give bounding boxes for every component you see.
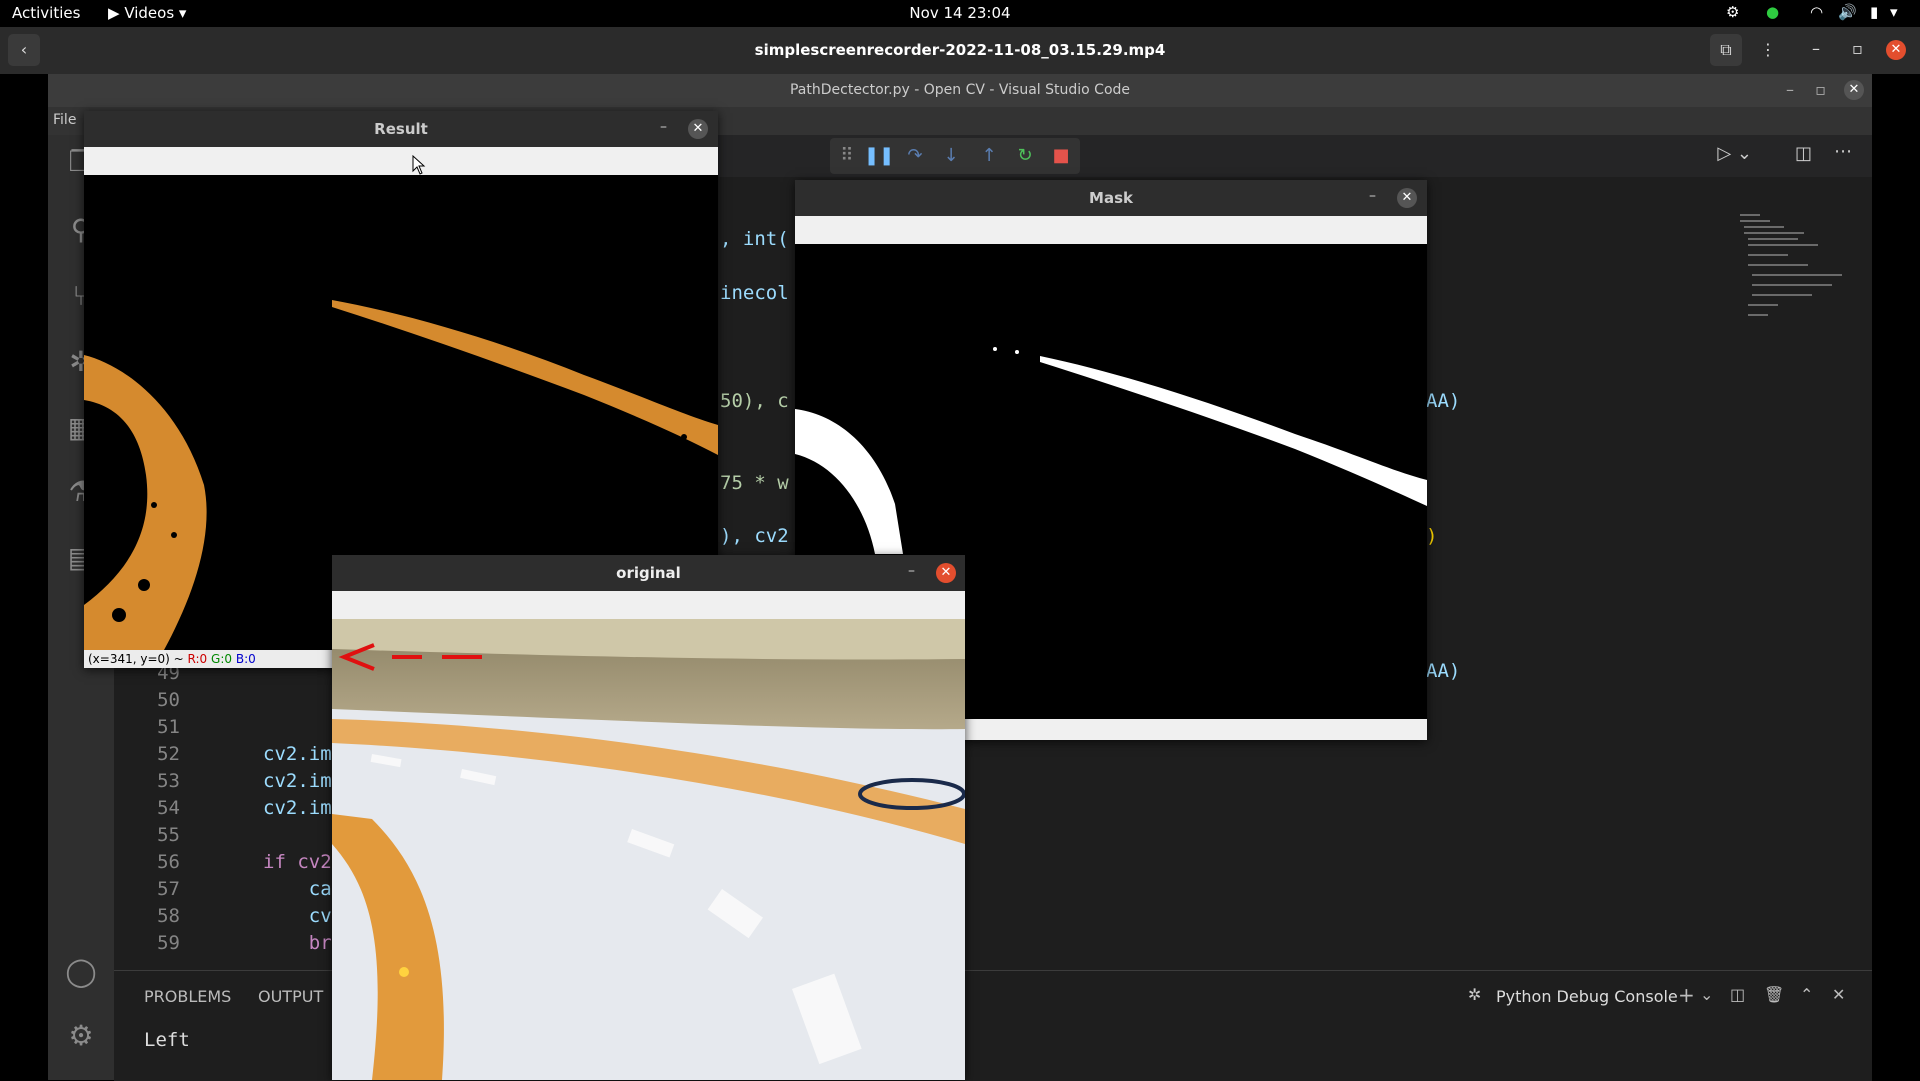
pixel-coordinates: (x=341, y=0) ~ — [88, 652, 184, 666]
line-number: 54 — [157, 797, 180, 819]
original-close[interactable]: ✕ — [936, 563, 956, 583]
close-button[interactable]: ✕ — [1886, 40, 1906, 60]
result-window-title: Result — [84, 111, 718, 147]
pip-button[interactable]: ⧉ — [1710, 34, 1742, 66]
pause-icon[interactable]: ❚❚ — [864, 141, 894, 171]
drag-handle-icon[interactable]: ⠿ — [832, 141, 862, 171]
vscode-window-title: PathDectector.py - Open CV - Visual Stud… — [789, 82, 1131, 98]
vscode-close[interactable]: ✕ — [1844, 80, 1864, 100]
video-title: simplescreenrecorder-2022-11-08_03.15.29… — [754, 41, 1166, 59]
system-top-bar: Activities ▶ Videos ▾ Nov 14 23:04 ⚙ ● ◠… — [0, 0, 1920, 27]
step-into-icon[interactable]: ↓ — [936, 141, 966, 171]
trash-icon[interactable]: 🗑 — [1764, 985, 1784, 1004]
volume-icon[interactable]: 🔊 — [1838, 3, 1857, 21]
account-icon[interactable]: ◯ — [62, 955, 100, 993]
maximize-panel-icon[interactable]: ⌃ — [1800, 985, 1813, 1004]
vscode-minimize[interactable]: – — [1786, 80, 1794, 99]
line-number: 53 — [157, 770, 180, 792]
video-player-header: ‹ simplescreenrecorder-2022-11-08_03.15.… — [0, 27, 1920, 74]
code-fragment: 50), c — [720, 390, 789, 412]
tab-output[interactable]: OUTPUT — [258, 987, 323, 1006]
code-fragment: inecol — [720, 282, 789, 304]
code-line: cv — [263, 905, 332, 927]
code-line: if cv2 — [263, 851, 332, 873]
camera-frame — [332, 619, 965, 1080]
original-minimize[interactable]: – — [908, 563, 915, 579]
result-toolbar — [84, 147, 718, 175]
line-number: 51 — [157, 716, 180, 738]
stop-icon[interactable]: ■ — [1046, 141, 1076, 171]
bug-icon: ✲ — [1468, 985, 1482, 1004]
original-toolbar — [332, 591, 965, 619]
code-line: cv2.im — [263, 743, 332, 765]
code-line: cv2.im — [263, 797, 332, 819]
code-fragment: 75 * w — [720, 472, 789, 494]
debug-toolbar: ⠿ ❚❚ ↷ ↓ ↑ ↻ ■ — [830, 138, 1080, 174]
result-close[interactable]: ✕ — [688, 119, 708, 139]
chevron-down-icon[interactable]: ⌄ — [1700, 985, 1713, 1004]
mask-minimize[interactable]: – — [1369, 188, 1376, 204]
menu-file[interactable]: File — [53, 112, 76, 128]
code-fragment: ) — [1426, 525, 1438, 547]
update-icon[interactable]: ● — [1766, 3, 1779, 21]
result-minimize[interactable]: – — [660, 119, 667, 135]
settings-gear-icon[interactable]: ⚙ — [62, 1019, 100, 1057]
run-icon[interactable]: ▷ ⌄ — [1717, 143, 1752, 164]
code-fragment: AA) — [1426, 660, 1461, 682]
tab-problems[interactable]: PROBLEMS — [144, 987, 231, 1006]
restart-icon[interactable]: ↻ — [1010, 141, 1040, 171]
menu-button[interactable]: ⋮ — [1752, 34, 1784, 66]
code-fragment: , int( — [720, 228, 789, 250]
battery-icon[interactable]: ▮ — [1870, 3, 1878, 21]
maximize-button[interactable]: ▫ — [1852, 39, 1863, 58]
original-window[interactable]: original – ✕ — [332, 555, 965, 1080]
step-out-icon[interactable]: ↑ — [974, 141, 1004, 171]
mask-toolbar — [795, 216, 1427, 244]
system-menu-icon[interactable]: ▾ — [1890, 3, 1898, 21]
mask-window-title: Mask — [795, 180, 1427, 216]
pixel-b: B:0 — [235, 652, 256, 666]
code-fragment: AA) — [1426, 390, 1461, 412]
network-status-icon[interactable]: ⚙ — [1726, 3, 1739, 21]
pixel-r: R:0 — [187, 652, 208, 666]
split-terminal-icon[interactable]: ◫ — [1730, 985, 1745, 1004]
line-number: 59 — [157, 932, 180, 954]
code-fragment: ), cv2 — [720, 525, 789, 547]
line-number: 57 — [157, 878, 180, 900]
wifi-icon[interactable]: ◠ — [1810, 3, 1823, 21]
line-number: 55 — [157, 824, 180, 846]
code-line: br — [263, 932, 332, 954]
step-over-icon[interactable]: ↷ — [900, 141, 930, 171]
line-number: 58 — [157, 905, 180, 927]
minimap[interactable] — [1740, 210, 1850, 330]
mask-close[interactable]: ✕ — [1397, 188, 1417, 208]
console-output: Left — [144, 1029, 190, 1051]
original-window-title: original — [332, 555, 965, 591]
split-editor-icon[interactable]: ◫ — [1795, 143, 1812, 164]
code-line: ca — [263, 878, 332, 900]
clock[interactable]: Nov 14 23:04 — [0, 4, 1920, 22]
vscode-maximize[interactable]: ▫ — [1815, 80, 1826, 99]
code-line: cv2.im — [263, 770, 332, 792]
line-number: 52 — [157, 743, 180, 765]
new-terminal-icon[interactable]: + — [1678, 983, 1695, 1007]
mouse-cursor — [412, 154, 426, 179]
minimize-button[interactable]: – — [1812, 39, 1820, 58]
pixel-readout: (x=341, y=0) ~ R:0 G:0 B:0 — [84, 650, 348, 668]
vscode-titlebar: PathDectector.py - Open CV - Visual Stud… — [48, 74, 1872, 107]
line-number: 50 — [157, 689, 180, 711]
close-panel-icon[interactable]: ✕ — [1832, 985, 1845, 1004]
more-actions-icon[interactable]: ⋯ — [1834, 141, 1852, 162]
terminal-selector[interactable]: Python Debug Console — [1496, 987, 1678, 1006]
line-number: 56 — [157, 851, 180, 873]
pixel-g: G:0 — [211, 652, 233, 666]
